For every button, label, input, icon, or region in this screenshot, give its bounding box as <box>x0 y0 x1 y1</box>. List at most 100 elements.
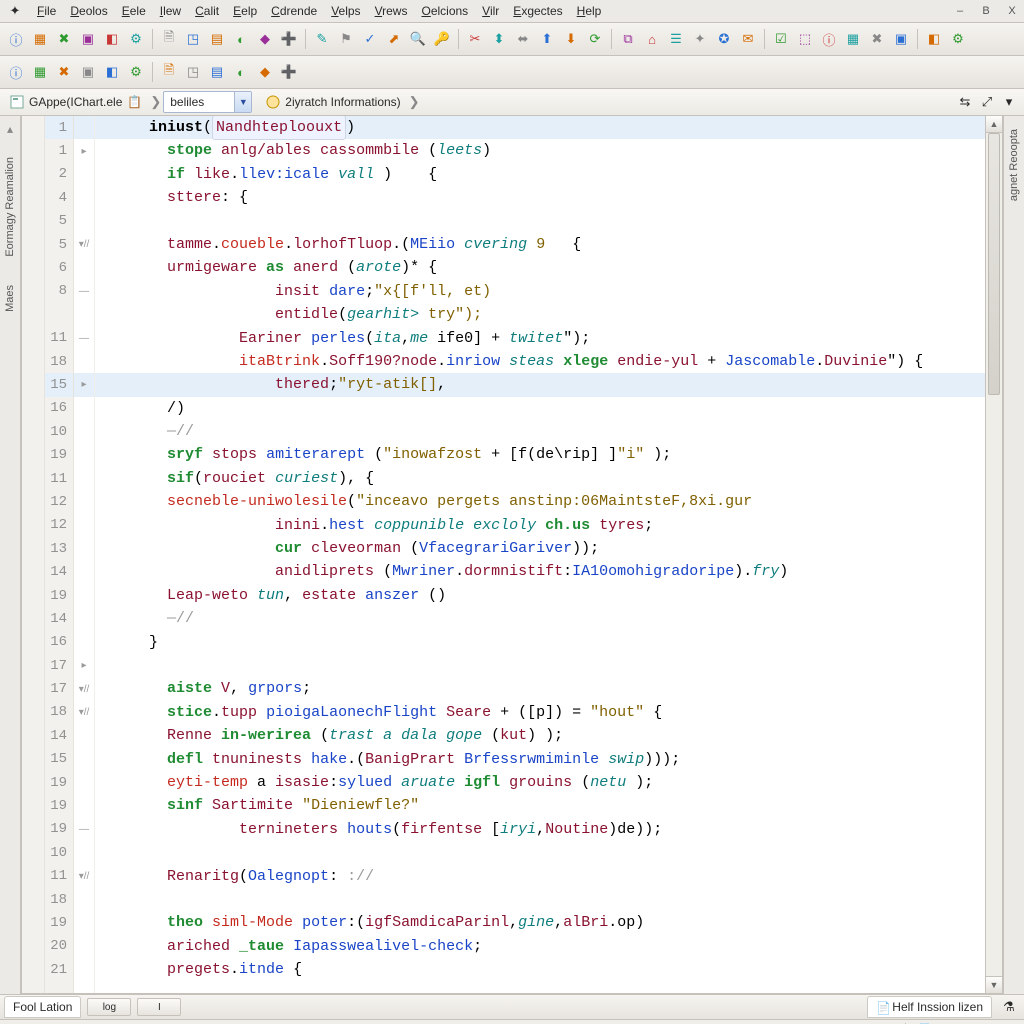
code-line[interactable]: stope anlg/ables cassommbile (leets) <box>95 139 985 162</box>
toolbar-button-3[interactable]: ▣ <box>77 61 99 83</box>
toolbar-button-22[interactable]: ⬇ <box>560 28 582 50</box>
breakpoint-gutter[interactable] <box>22 116 45 993</box>
code-line[interactable]: pregets.itnde { <box>95 958 985 981</box>
toolbar-button-27[interactable]: ✦ <box>689 28 711 50</box>
code-line[interactable]: aiste V, grpors; <box>95 677 985 700</box>
scroll-down-icon[interactable]: ▼ <box>986 976 1002 993</box>
fold-marker[interactable] <box>74 607 94 630</box>
toolbar-button-17[interactable]: 🔑 <box>431 28 453 50</box>
toolbar-button-9[interactable]: ◐ <box>230 61 252 83</box>
code-line[interactable]: thered;"ryt-atik[], <box>95 373 985 396</box>
fold-marker[interactable] <box>74 350 94 373</box>
fold-marker[interactable] <box>74 841 94 864</box>
toolbar-button-12[interactable]: ✎ <box>311 28 333 50</box>
toolbar-button-6[interactable]: 🗎 <box>158 28 180 50</box>
bottom-tab-left[interactable]: Fool Lation <box>4 996 81 1018</box>
toolbar-button-8[interactable]: ▤ <box>206 61 228 83</box>
code-line[interactable]: ariched _taue Iapasswealivel-check; <box>95 935 985 958</box>
fold-marker[interactable] <box>74 514 94 537</box>
chevron-down-icon[interactable]: ▼ <box>234 92 251 112</box>
close-button[interactable]: X <box>1004 4 1020 18</box>
fold-marker[interactable]: ▾// <box>74 677 94 700</box>
fold-marker[interactable] <box>74 443 94 466</box>
breadcrumb-root[interactable]: GAppe(IChart.ele 📋 <box>4 92 148 112</box>
breadcrumb-combo[interactable]: beliles ▼ <box>163 91 252 113</box>
code-line[interactable] <box>95 654 985 677</box>
vertical-scrollbar[interactable]: ▲ ▼ <box>985 116 1002 993</box>
code-line[interactable]: /) <box>95 397 985 420</box>
fold-marker[interactable] <box>74 303 94 326</box>
fold-marker[interactable] <box>74 420 94 443</box>
toolbar-button-11[interactable]: ➕ <box>278 61 300 83</box>
fold-marker[interactable] <box>74 560 94 583</box>
menu-oelcions[interactable]: Oelcions <box>414 2 475 20</box>
rail-up-icon[interactable]: ▴ <box>7 122 13 136</box>
menu-deolos[interactable]: Deolos <box>63 2 114 20</box>
code-line[interactable]: iniust(Nandhteploouxt) <box>95 116 985 139</box>
code-line[interactable]: Renaritg(Oalegnopt: :// <box>95 865 985 888</box>
fold-marker[interactable] <box>74 771 94 794</box>
code-line[interactable]: sinf Sartimite "Dieniewfle?" <box>95 794 985 817</box>
fold-marker[interactable]: — <box>74 818 94 841</box>
toolbar-button-6[interactable]: 🗎 <box>158 61 180 83</box>
code-line[interactable]: sif(rouciet curiest), { <box>95 467 985 490</box>
code-line[interactable]: urmigeware as anerd (arote)* { <box>95 256 985 279</box>
fold-marker[interactable]: ▾// <box>74 865 94 888</box>
bottom-button-1[interactable]: log <box>87 998 131 1016</box>
fold-marker[interactable]: ▸ <box>74 139 94 162</box>
fold-marker[interactable] <box>74 584 94 607</box>
fold-marker[interactable] <box>74 888 94 911</box>
toolbar-button-4[interactable]: ◧ <box>101 61 123 83</box>
toolbar-button-31[interactable]: ⬚ <box>794 28 816 50</box>
code-line[interactable]: tamme.coueble.lorhofTluop.(MEiio cvering… <box>95 233 985 256</box>
toolbar-button-8[interactable]: ▤ <box>206 28 228 50</box>
bottom-tab-right[interactable]: 📄 Helf Inssion lizen <box>867 996 992 1018</box>
fold-marker[interactable]: ▸ <box>74 373 94 396</box>
sync-icon[interactable]: ⇆ <box>954 91 976 113</box>
toolbar-button-5[interactable]: ⚙ <box>125 61 147 83</box>
menu-eelp[interactable]: Eelp <box>226 2 264 20</box>
fold-marker[interactable]: — <box>74 280 94 303</box>
code-line[interactable] <box>95 888 985 911</box>
fold-marker[interactable] <box>74 724 94 747</box>
scroll-up-icon[interactable]: ▲ <box>986 116 1002 133</box>
toolbar-button-1[interactable]: ▦ <box>29 28 51 50</box>
toolbar-button-25[interactable]: ⌂ <box>641 28 663 50</box>
toolbar-button-26[interactable]: ☰ <box>665 28 687 50</box>
fold-marker[interactable] <box>74 794 94 817</box>
toolbar-button-2[interactable]: ✖ <box>53 61 75 83</box>
toolbar-button-7[interactable]: ◳ <box>182 28 204 50</box>
fold-marker[interactable]: ▾// <box>74 701 94 724</box>
fold-marker[interactable]: ▸ <box>74 654 94 677</box>
toolbar-button-20[interactable]: ⬌ <box>512 28 534 50</box>
code-line[interactable]: —// <box>95 607 985 630</box>
toolbar-button-3[interactable]: ▣ <box>77 28 99 50</box>
toolbar-button-21[interactable]: ⬆ <box>536 28 558 50</box>
maximize-button[interactable]: B <box>978 4 994 18</box>
code-line[interactable]: eyti-temp a isasie:sylued aruate igfl gr… <box>95 771 985 794</box>
fold-marker[interactable] <box>74 210 94 233</box>
toolbar-button-11[interactable]: ➕ <box>278 28 300 50</box>
flask-icon[interactable]: ⚗ <box>998 996 1020 1018</box>
toolbar-button-10[interactable]: ◆ <box>254 61 276 83</box>
code-line[interactable] <box>95 841 985 864</box>
code-line[interactable]: if like.llev:icale vall ) { <box>95 163 985 186</box>
fold-marker[interactable] <box>74 935 94 958</box>
fold-marker[interactable] <box>74 490 94 513</box>
toolbar-button-23[interactable]: ⟳ <box>584 28 606 50</box>
fold-marker[interactable] <box>74 186 94 209</box>
scroll-thumb[interactable] <box>988 133 1000 395</box>
collapse-icon[interactable]: ⤢ <box>976 91 998 113</box>
fold-marker[interactable] <box>74 958 94 981</box>
menu-vilr[interactable]: Vilr <box>475 2 506 20</box>
left-tab-2[interactable]: Maes <box>1 278 19 319</box>
code-line[interactable]: entidle(gearhit> try"); <box>95 303 985 326</box>
toolbar-button-2[interactable]: ✖ <box>53 28 75 50</box>
code-line[interactable]: sttere: { <box>95 186 985 209</box>
code-line[interactable]: sryf stops amiterarept ("inowafzost + [f… <box>95 443 985 466</box>
minimize-button[interactable]: – <box>952 4 968 18</box>
code-line[interactable]: theo siml-Mode poter:(igfSamdicaParinl,g… <box>95 911 985 934</box>
code-line[interactable]: —// <box>95 420 985 443</box>
code-line[interactable]: secneble-uniwolesile("inceavo pergets an… <box>95 490 985 513</box>
code-area[interactable]: iniust(Nandhteploouxt) stope anlg/ables … <box>95 116 985 993</box>
